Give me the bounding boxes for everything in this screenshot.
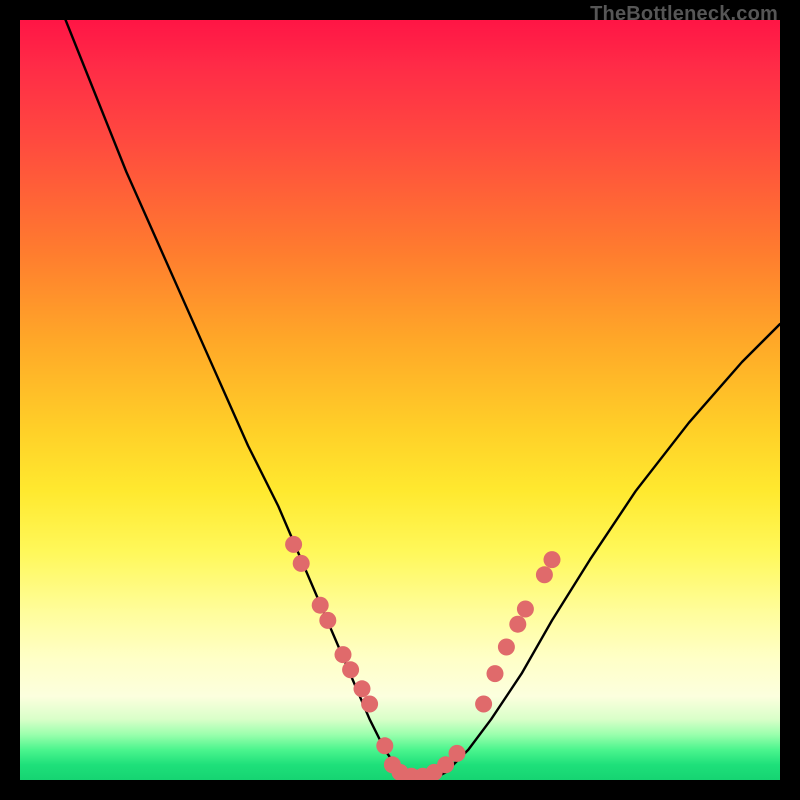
- data-point: [475, 696, 492, 713]
- bottleneck-curve: [66, 20, 780, 780]
- data-point: [414, 768, 431, 780]
- data-point: [509, 616, 526, 633]
- data-point: [361, 696, 378, 713]
- data-point: [285, 536, 302, 553]
- data-point: [392, 764, 409, 780]
- data-point: [354, 680, 371, 697]
- data-point: [449, 745, 466, 762]
- data-point: [517, 601, 534, 618]
- data-point: [403, 768, 420, 780]
- chart-frame: TheBottleneck.com: [0, 0, 800, 800]
- plot-area: [20, 20, 780, 780]
- data-point: [384, 756, 401, 773]
- data-point: [426, 764, 443, 780]
- bottleneck-curve-svg: [20, 20, 780, 780]
- data-point: [536, 566, 553, 583]
- data-point: [487, 665, 504, 682]
- data-points: [285, 536, 560, 780]
- data-point: [312, 597, 329, 614]
- data-point: [342, 661, 359, 678]
- watermark-label: TheBottleneck.com: [590, 3, 778, 26]
- data-point: [544, 551, 561, 568]
- data-point: [293, 555, 310, 572]
- data-point: [319, 612, 336, 629]
- data-point: [335, 646, 352, 663]
- data-point: [376, 737, 393, 754]
- data-point: [437, 756, 454, 773]
- data-point: [498, 639, 515, 656]
